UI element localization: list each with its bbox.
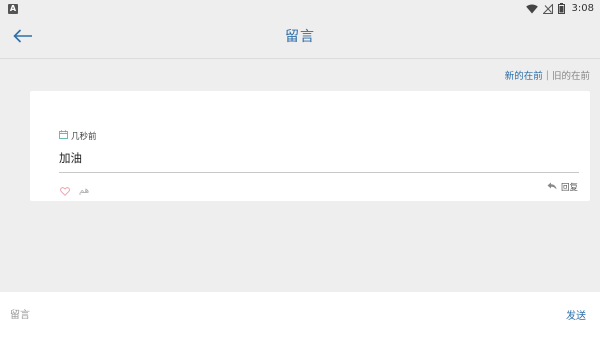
comment-card: 几秒前 加油 هم 回复 [30, 91, 590, 201]
send-button[interactable]: 发送 [566, 307, 586, 322]
reply-button[interactable]: 回复 [547, 181, 578, 193]
status-right: 3:08 [525, 3, 594, 14]
comment-meta: 几秒前 [59, 130, 97, 142]
signal-off-icon [542, 3, 553, 14]
status-left: A [8, 3, 18, 14]
app-bar: 留言 [0, 17, 600, 59]
status-time: 3:08 [571, 3, 594, 14]
sort-separator: | [545, 69, 549, 81]
notification-a-icon: A [8, 3, 18, 14]
like-button[interactable] [60, 181, 70, 200]
comment-time: 几秒前 [71, 132, 97, 142]
status-bar: A 3:08 [0, 0, 600, 17]
comment-text: 加油 [59, 151, 82, 165]
message-input[interactable] [10, 306, 510, 324]
page-title: 留言 [285, 29, 315, 45]
wifi-icon [525, 4, 538, 14]
divider [59, 172, 579, 173]
sort-newest-button[interactable]: 新的在前 [505, 68, 543, 82]
reply-label: 回复 [560, 183, 578, 193]
reply-icon [547, 182, 561, 193]
sort-oldest-button[interactable]: 旧的在前 [552, 68, 590, 82]
liker-name: هم [79, 185, 90, 196]
calendar-icon [59, 130, 68, 142]
heart-outline-icon [60, 181, 70, 200]
sort-toggle: 新的在前 | 旧的在前 [505, 68, 590, 83]
battery-icon [557, 3, 565, 14]
like-row: هم [60, 181, 89, 200]
message-composer: 发送 [0, 292, 600, 338]
